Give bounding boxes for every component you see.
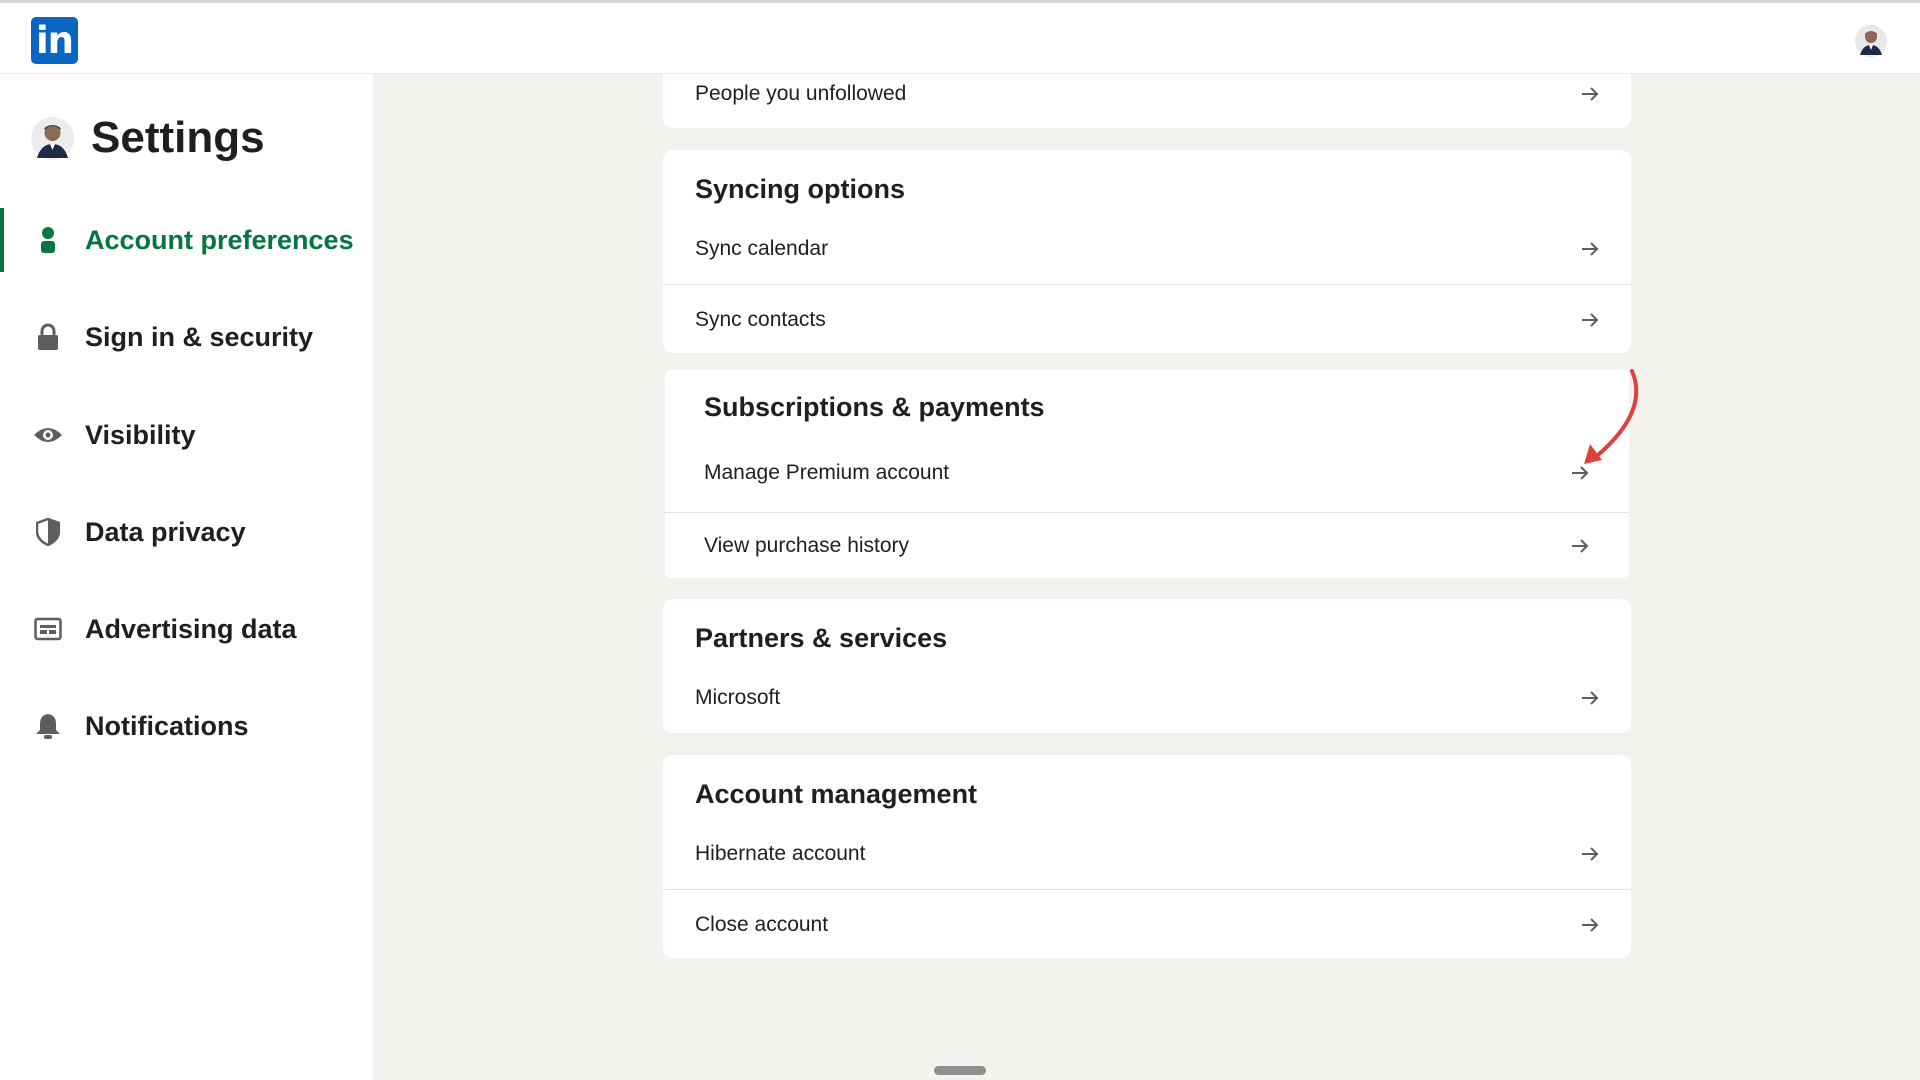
- row-sync-contacts[interactable]: Sync contacts: [663, 284, 1631, 354]
- card-title: Partners & services: [695, 623, 948, 653]
- ad-icon: [33, 614, 63, 644]
- arrow-right-icon: [1572, 538, 1589, 553]
- arrow-right-icon: [1582, 847, 1599, 861]
- sidebar-item-label: Notifications: [85, 710, 249, 741]
- eye-icon: [33, 420, 63, 450]
- row-label: Sync contacts: [695, 307, 826, 331]
- settings-avatar: [31, 116, 74, 160]
- card-subscriptions-payments: Subscriptions & payments Manage Premium …: [665, 370, 1629, 578]
- row-label: Manage Premium account: [704, 461, 950, 484]
- row-label: View purchase history: [704, 533, 910, 557]
- bell-icon: [33, 711, 63, 741]
- arrow-right-icon: [1582, 312, 1599, 327]
- sidebar-item-label: Account preferences: [85, 224, 354, 255]
- page-title: Settings: [91, 113, 265, 162]
- sidebar-item-advertising-data[interactable]: Advertising data: [0, 597, 373, 661]
- row-microsoft[interactable]: Microsoft: [663, 663, 1631, 733]
- row-hibernate-account[interactable]: Hibernate account: [663, 819, 1631, 889]
- row-people-you-unfollowed[interactable]: People you unfollowed: [663, 74, 1631, 114]
- profile-avatar[interactable]: [1855, 25, 1887, 57]
- row-close-account[interactable]: Close account: [663, 889, 1631, 959]
- settings-sidebar: Settings Account preferences Sign in & s…: [0, 74, 373, 1080]
- row-label: Sync calendar: [695, 237, 829, 260]
- settings-header: Settings: [31, 108, 265, 168]
- arrow-right-icon: [1582, 242, 1599, 256]
- linkedin-logo[interactable]: in: [31, 17, 78, 64]
- row-label: Close account: [695, 912, 829, 936]
- row-view-purchase-history[interactable]: View purchase history: [665, 512, 1629, 578]
- shield-icon: [33, 517, 63, 547]
- arrow-right-icon: [1582, 87, 1599, 101]
- sidebar-item-visibility[interactable]: Visibility: [0, 403, 373, 467]
- sidebar-item-notifications[interactable]: Notifications: [0, 694, 373, 758]
- card-title: Syncing options: [695, 174, 906, 204]
- sidebar-item-label: Visibility: [85, 419, 196, 450]
- card-partial: People you unfollowed: [663, 74, 1631, 128]
- card-account-management: Account management Hibernate account Clo…: [663, 755, 1631, 958]
- sidebar-item-sign-in-security[interactable]: Sign in & security: [0, 305, 373, 369]
- card-partners-services: Partners & services Microsoft: [663, 599, 1631, 733]
- top-navigation-bar: in: [0, 0, 1920, 74]
- row-manage-premium-account[interactable]: Manage Premium account: [665, 434, 1629, 512]
- arrow-right-icon: [1582, 917, 1599, 932]
- row-label: People you unfollowed: [695, 82, 907, 105]
- sidebar-item-data-privacy[interactable]: Data privacy: [0, 500, 373, 564]
- lock-icon: [33, 322, 63, 352]
- card-title: Subscriptions & payments: [704, 392, 1045, 422]
- row-sync-calendar[interactable]: Sync calendar: [663, 214, 1631, 284]
- row-label: Hibernate account: [695, 842, 866, 865]
- card-syncing-options: Syncing options Sync calendar Sync conta…: [663, 150, 1631, 353]
- settings-content: People you unfollowed Syncing options Sy…: [373, 74, 1920, 1080]
- person-icon: [33, 225, 63, 255]
- sidebar-item-account-preferences[interactable]: Account preferences: [0, 208, 373, 272]
- sidebar-item-label: Data privacy: [85, 516, 246, 547]
- row-label: Microsoft: [695, 686, 781, 709]
- sidebar-item-label: Sign in & security: [85, 321, 314, 352]
- scroll-handle[interactable]: [934, 1066, 986, 1075]
- arrow-right-icon: [1582, 691, 1599, 705]
- annotation-arrow-icon: [1584, 369, 1639, 464]
- sidebar-item-label: Advertising data: [85, 613, 297, 644]
- card-title: Account management: [695, 779, 978, 809]
